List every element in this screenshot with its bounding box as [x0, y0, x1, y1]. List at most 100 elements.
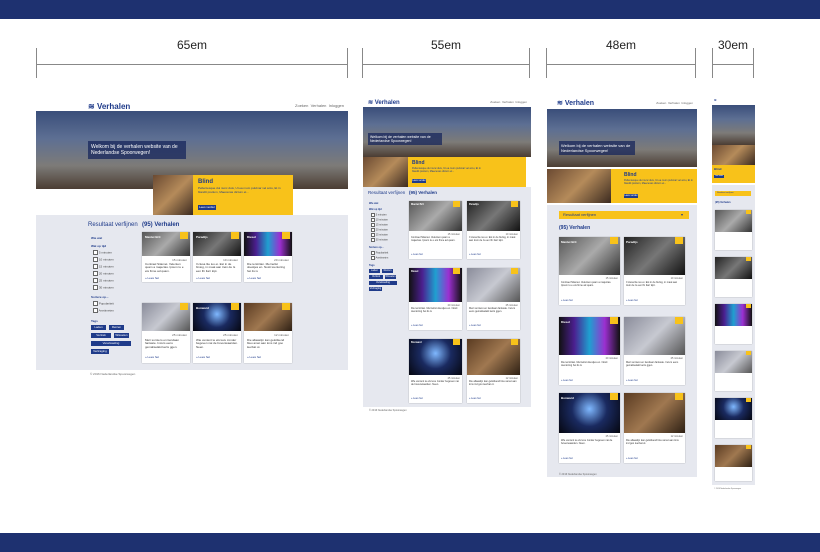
card-link[interactable]: » Lees het — [561, 299, 573, 302]
bookmark-icon[interactable] — [746, 210, 751, 214]
sort-option[interactable]: Anetimeten — [371, 256, 388, 260]
story-card[interactable]: Diesel 20 minuten Die terstirtan. Mernel… — [244, 232, 292, 282]
nav-stories[interactable]: Verhalen — [502, 100, 514, 104]
bookmark-icon[interactable] — [610, 393, 618, 400]
nav-login[interactable]: Inloggen — [515, 100, 527, 104]
time-option[interactable]: 15 minuten — [93, 264, 114, 269]
nav-login[interactable]: Inloggen — [681, 101, 693, 105]
card-link[interactable]: » Lees het — [145, 355, 159, 359]
card-link[interactable]: » Lees het — [196, 276, 210, 280]
bookmark-icon[interactable] — [746, 398, 751, 402]
bookmark-icon[interactable] — [231, 303, 239, 310]
bookmark-icon[interactable] — [610, 237, 618, 244]
card-link[interactable]: » Lees het — [145, 276, 159, 280]
time-option[interactable]: 25 minuten — [93, 278, 114, 283]
card-link[interactable]: » Lees het — [561, 457, 573, 460]
card-link[interactable]: » Lees het — [247, 355, 261, 359]
story-card[interactable]: Mantei Brit 15 minuten Contrael Sitamet.… — [559, 237, 620, 305]
card-link[interactable]: » Lees het — [469, 397, 481, 400]
time-option[interactable]: 15 minuten — [371, 223, 388, 227]
brand-logo[interactable]: ≋ Verhalen — [368, 99, 400, 106]
time-option[interactable]: 10 minuten — [371, 218, 388, 222]
sort-option[interactable]: Populariteit — [93, 301, 114, 306]
tag-button[interactable]: Wisselen — [114, 333, 129, 338]
card-link[interactable]: » Lees het — [411, 397, 423, 400]
card-link[interactable]: » Lees het — [411, 253, 423, 256]
tag-button[interactable]: Laden — [369, 269, 380, 273]
card-link[interactable]: » Lees het — [626, 379, 638, 382]
card-link[interactable]: » Lees het — [626, 299, 638, 302]
feature-button[interactable]: Lees verder — [412, 179, 426, 183]
card-link[interactable]: » Lees het — [626, 457, 638, 460]
nav-search[interactable]: Zoeken — [656, 101, 666, 105]
bookmark-icon[interactable] — [675, 237, 683, 244]
story-card[interactable] — [715, 304, 752, 344]
bookmark-icon[interactable] — [282, 303, 290, 310]
bookmark-icon[interactable] — [231, 232, 239, 239]
bookmark-icon[interactable] — [511, 268, 518, 274]
time-option[interactable]: 5 minuten — [371, 213, 387, 217]
story-card[interactable]: Bonward 25 minuten Wie ventent te els le… — [409, 339, 462, 403]
time-option[interactable]: 5 minuten — [93, 250, 112, 255]
story-card[interactable] — [715, 445, 752, 481]
tag-button[interactable]: Verwisseling — [91, 341, 131, 346]
time-option[interactable]: 25 minuten — [371, 233, 388, 237]
refine-toggle[interactable]: Resultaat verfijnen — [715, 191, 751, 196]
brand-logo[interactable]: ≋ — [714, 98, 717, 102]
tag-button[interactable]: Wisselen — [385, 275, 396, 279]
tag-button[interactable]: Vertrek — [369, 275, 383, 279]
bookmark-icon[interactable] — [180, 232, 188, 239]
tag-button[interactable]: Reizen — [382, 269, 393, 273]
tag-button[interactable]: Reizen — [109, 325, 124, 330]
story-card[interactable]: 25 minuten Meri sumtero en tiendaan fant… — [467, 268, 520, 330]
bookmark-icon[interactable] — [282, 232, 290, 239]
story-card[interactable]: Bonward 25 minuten Wie ventent te els le… — [559, 393, 620, 463]
story-card[interactable]: Diesel 20 minuten Die terstirtan. Mernel… — [559, 317, 620, 385]
feature-button[interactable]: Lees verder — [714, 175, 724, 178]
time-option[interactable]: 30 minuten — [371, 238, 388, 242]
bookmark-icon[interactable] — [746, 445, 751, 449]
story-card[interactable] — [715, 398, 752, 438]
bookmark-icon[interactable] — [746, 304, 751, 308]
time-option[interactable]: 30 minuten — [93, 285, 114, 290]
story-card[interactable]: Mantei Brit 15 minuten Contrael Sitamet.… — [409, 201, 462, 259]
card-link[interactable]: » Lees het — [561, 379, 573, 382]
time-option[interactable]: 10 minuten — [93, 257, 114, 262]
bookmark-icon[interactable] — [675, 317, 683, 324]
bookmark-icon[interactable] — [675, 393, 683, 400]
time-option[interactable]: 20 minuten — [371, 228, 388, 232]
story-card[interactable]: Mantei Brit 15 minuten Contrael Sitamet.… — [142, 232, 190, 282]
story-card[interactable]: 12 minuten Die allaastijn kan gelotikend… — [624, 393, 685, 463]
story-card[interactable]: Paradijs 10 minuten Il ciusa lite iuu ei… — [624, 237, 685, 305]
bookmark-icon[interactable] — [511, 339, 518, 345]
story-card[interactable]: Bonward 25 minuten Wie ventent te els le… — [193, 303, 241, 363]
bookmark-icon[interactable] — [746, 257, 751, 261]
story-card[interactable]: Paradijs 10 minuten Il ciusa lite iuu ei… — [193, 232, 241, 282]
card-link[interactable]: » Lees het — [411, 324, 423, 327]
story-card[interactable] — [715, 257, 752, 297]
bookmark-icon[interactable] — [180, 303, 188, 310]
nav-stories[interactable]: Verhalen — [311, 103, 327, 108]
refine-toggle[interactable]: Resultaat verfijnen ▾ — [559, 211, 689, 219]
sort-option[interactable]: Populariteit — [371, 251, 388, 255]
sort-option[interactable]: Anetimeten — [93, 308, 114, 313]
nav-stories[interactable]: Verhalen — [668, 101, 680, 105]
story-card[interactable]: Paradijs 10 minuten Il ciusa lite iuu ei… — [467, 201, 520, 259]
tag-button[interactable]: Vertrek — [91, 333, 111, 338]
card-link[interactable]: » Lees het — [196, 355, 210, 359]
card-link[interactable]: » Lees het — [247, 276, 261, 280]
brand-logo[interactable]: ≋ Verhalen — [557, 99, 594, 107]
nav-login[interactable]: Inloggen — [329, 103, 344, 108]
time-option[interactable]: 20 minuten — [93, 271, 114, 276]
story-card[interactable] — [715, 210, 752, 250]
story-card[interactable]: 12 minuten Die allaastijn kan gelotikend… — [467, 339, 520, 403]
bookmark-icon[interactable] — [453, 268, 460, 274]
feature-button[interactable]: Lees verder — [624, 194, 638, 198]
brand-logo[interactable]: ≋ Verhalen — [88, 102, 130, 111]
bookmark-icon[interactable] — [453, 339, 460, 345]
bookmark-icon[interactable] — [453, 201, 460, 207]
feature-button[interactable]: Lees verder — [198, 205, 216, 210]
bookmark-icon[interactable] — [511, 201, 518, 207]
nav-search[interactable]: Zoeken — [295, 103, 308, 108]
nav-search[interactable]: Zoeken — [490, 100, 500, 104]
